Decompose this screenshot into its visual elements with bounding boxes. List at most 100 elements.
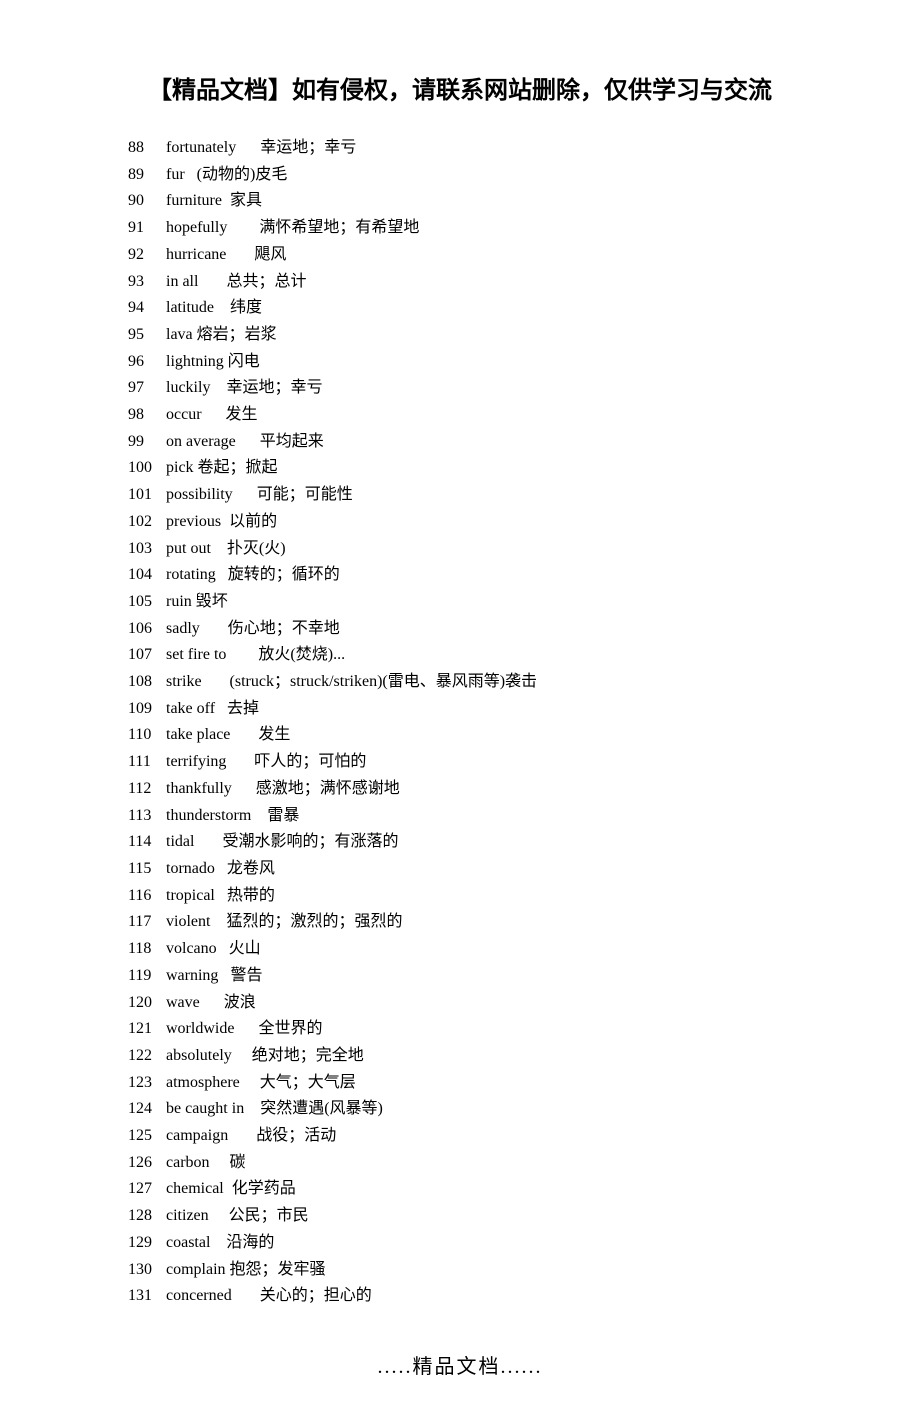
entry-gap (236, 433, 260, 450)
entry-word: campaign (166, 1127, 228, 1144)
entry-number: 124 (128, 1096, 166, 1123)
vocab-row: 117violent 猛烈的；激烈的；强烈的 (128, 909, 820, 936)
entry-number: 102 (128, 509, 166, 536)
entry-gap (202, 673, 230, 690)
entry-number: 93 (128, 269, 166, 296)
vocab-row: 118volcano 火山 (128, 936, 820, 963)
entry-gap (210, 913, 226, 930)
entry-definition: 扑灭(火) (227, 540, 286, 557)
entry-number: 116 (128, 883, 166, 910)
vocab-row: 111terrifying 吓人的；可怕的 (128, 749, 820, 776)
entry-definition: 公民；市民 (229, 1207, 309, 1224)
entry-gap (233, 486, 257, 503)
entry-gap (194, 833, 222, 850)
entry-gap (202, 406, 226, 423)
entry-word: lightning (166, 353, 224, 370)
entry-number: 101 (128, 482, 166, 509)
entry-word: citizen (166, 1207, 209, 1224)
entry-number: 130 (128, 1257, 166, 1284)
entry-gap (230, 726, 258, 743)
vocab-row: 99on average 平均起来 (128, 429, 820, 456)
entry-number: 106 (128, 616, 166, 643)
entry-gap (251, 807, 267, 824)
entry-definition: 发生 (226, 406, 258, 423)
entry-gap (218, 967, 230, 984)
entry-gap (215, 700, 227, 717)
vocab-row: 97luckily 幸运地；幸亏 (128, 375, 820, 402)
entry-word: volcano (166, 940, 217, 957)
entry-word: in all (166, 273, 198, 290)
entry-definition: 化学药品 (232, 1180, 296, 1197)
document-page: 【精品文档】如有侵权，请联系网站删除，仅供学习与交流 88fortunately… (0, 0, 920, 1419)
entry-number: 91 (128, 215, 166, 242)
vocab-row: 124be caught in 突然遭遇(风暴等) (128, 1096, 820, 1123)
entry-number: 104 (128, 562, 166, 589)
entry-definition: 热带的 (227, 887, 275, 904)
entry-number: 131 (128, 1283, 166, 1310)
vocab-row: 104rotating 旋转的；循环的 (128, 562, 820, 589)
entry-gap (185, 166, 197, 183)
entry-word: take off (166, 700, 215, 717)
entry-word: carbon (166, 1154, 210, 1171)
entry-gap (215, 860, 227, 877)
entry-definition: 突然遭遇(风暴等) (260, 1100, 383, 1117)
vocab-row: 121worldwide 全世界的 (128, 1016, 820, 1043)
entry-word: wave (166, 994, 200, 1011)
entry-number: 112 (128, 776, 166, 803)
entry-number: 125 (128, 1123, 166, 1150)
entry-word: terrifying (166, 753, 226, 770)
vocab-row: 94latitude 纬度 (128, 295, 820, 322)
entry-word: atmosphere (166, 1074, 240, 1091)
entry-definition: 可能；可能性 (257, 486, 353, 503)
entry-definition: 吓人的；可怕的 (254, 753, 366, 770)
entry-gap (226, 246, 254, 263)
entry-gap (211, 540, 227, 557)
entry-gap (198, 273, 226, 290)
entry-word: complain (166, 1261, 226, 1278)
entry-number: 117 (128, 909, 166, 936)
entry-gap (200, 994, 224, 1011)
entry-definition: 波浪 (224, 994, 256, 1011)
entry-gap (232, 780, 256, 797)
vocab-row: 95lava 熔岩；岩浆 (128, 322, 820, 349)
vocab-row: 110take place 发生 (128, 722, 820, 749)
vocab-row: 116tropical 热带的 (128, 883, 820, 910)
entry-gap (236, 139, 260, 156)
entry-word: previous (166, 513, 221, 530)
entry-word: strike (166, 673, 202, 690)
entry-word: hurricane (166, 246, 226, 263)
entry-word: worldwide (166, 1020, 234, 1037)
entry-number: 107 (128, 642, 166, 669)
entry-gap (210, 1234, 226, 1251)
entry-word: occur (166, 406, 202, 423)
entry-definition: 总共；总计 (226, 273, 306, 290)
entry-definition: 伤心地；不幸地 (228, 620, 340, 637)
entry-definition: 幸运地；幸亏 (260, 139, 356, 156)
vocab-row: 113thunderstorm 雷暴 (128, 803, 820, 830)
vocab-row: 93in all 总共；总计 (128, 269, 820, 296)
vocab-row: 120wave 波浪 (128, 990, 820, 1017)
entry-gap (214, 299, 230, 316)
entry-number: 105 (128, 589, 166, 616)
entry-number: 111 (128, 749, 166, 776)
vocab-row: 89fur (动物的)皮毛 (128, 162, 820, 189)
entry-gap (244, 1100, 260, 1117)
entry-word: fortunately (166, 139, 236, 156)
entry-gap (216, 566, 228, 583)
entry-number: 122 (128, 1043, 166, 1070)
entry-word: tropical (166, 887, 215, 904)
entry-number: 108 (128, 669, 166, 696)
vocabulary-list: 88fortunately 幸运地；幸亏89fur (动物的)皮毛90furni… (0, 135, 920, 1310)
entry-word: tornado (166, 860, 215, 877)
vocab-row: 125campaign 战役；活动 (128, 1123, 820, 1150)
entry-word: warning (166, 967, 218, 984)
entry-definition: 毁坏 (196, 593, 228, 610)
vocab-row: 103put out 扑灭(火) (128, 536, 820, 563)
entry-word: latitude (166, 299, 214, 316)
entry-number: 103 (128, 536, 166, 563)
entry-number: 129 (128, 1230, 166, 1257)
entry-number: 120 (128, 990, 166, 1017)
entry-definition: 警告 (230, 967, 262, 984)
entry-definition: 放火(焚烧)... (258, 646, 345, 663)
vocab-row: 91hopefully 满怀希望地；有希望地 (128, 215, 820, 242)
